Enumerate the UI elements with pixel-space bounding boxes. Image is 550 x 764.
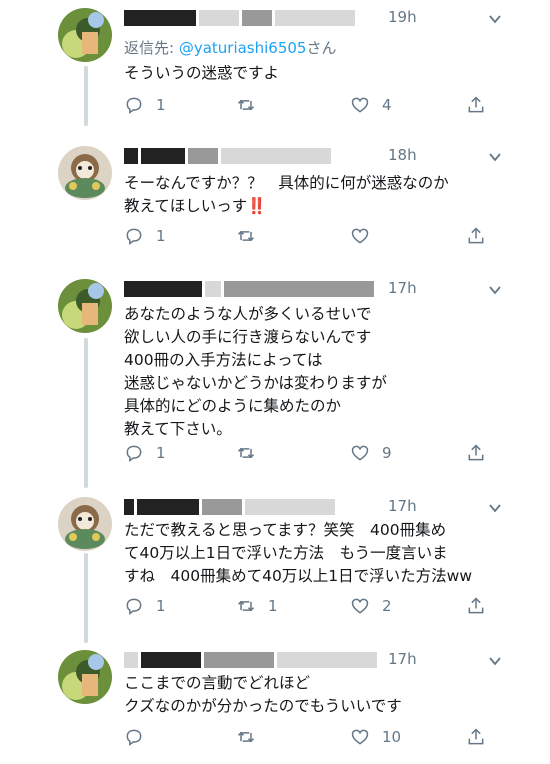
share-button[interactable]: [466, 726, 486, 748]
share-button[interactable]: [466, 225, 486, 247]
tweet-header: 18h: [124, 146, 501, 168]
tweet-timestamp[interactable]: 18h: [388, 146, 417, 164]
avatar[interactable]: [58, 146, 112, 200]
chevron-down-icon[interactable]: [488, 283, 502, 297]
reply-count: 1: [156, 227, 166, 245]
avatar[interactable]: [58, 8, 112, 62]
avatar[interactable]: [58, 279, 112, 333]
reply-to-suffix: さん: [306, 39, 337, 57]
reply-count: 1: [156, 96, 166, 114]
retweet-icon: [237, 447, 255, 459]
tweet-timestamp[interactable]: 17h: [388, 650, 417, 668]
heart-icon: [351, 729, 369, 745]
tweet-text: あなたのような人が多くいるせいで 欲しい人の手に行き渡らないんです 400冊の入…: [124, 305, 387, 438]
tweet-actions: 1 9: [124, 442, 494, 464]
tweet-header: 19h: [124, 8, 501, 30]
reply-icon: [126, 729, 142, 746]
like-count: 4: [382, 96, 392, 114]
share-icon: [468, 444, 484, 461]
retweet-icon: [237, 230, 255, 242]
retweet-icon: [237, 731, 255, 743]
reply-icon: [126, 97, 142, 114]
share-icon: [468, 227, 484, 244]
tweet-text: ここまでの言動でどれほど クズなのかが分かったのでもういいです: [124, 674, 402, 715]
user-name[interactable]: [124, 281, 377, 297]
chevron-down-icon[interactable]: [488, 12, 502, 26]
chevron-down-icon[interactable]: [488, 654, 502, 668]
tweet-text: ただで教えると思ってます？笑笑 400冊集め て40万以上1日で浮いた方法 もう…: [124, 521, 473, 585]
tweet-actions: 1: [124, 225, 494, 247]
user-name[interactable]: [124, 652, 380, 668]
heart-icon: [351, 598, 369, 614]
reply-button[interactable]: 1: [124, 595, 166, 617]
like-count: 2: [382, 597, 392, 615]
tweet-actions: 1 4: [124, 94, 494, 116]
retweet-button[interactable]: [236, 726, 268, 748]
reply-button[interactable]: 1: [124, 442, 166, 464]
share-button[interactable]: [466, 595, 486, 617]
share-icon: [468, 96, 484, 113]
reply-button[interactable]: 1: [124, 225, 166, 247]
tweet-text: そーなんですか？？ 具体的に何が迷惑なのか 教えてほしいっす‼️: [124, 172, 449, 218]
like-button[interactable]: 4: [350, 94, 392, 116]
share-button[interactable]: [466, 442, 486, 464]
avatar[interactable]: [58, 650, 112, 704]
retweet-icon: [237, 99, 255, 111]
chevron-down-icon[interactable]: [488, 150, 502, 164]
user-name[interactable]: [124, 148, 334, 164]
reply-icon: [126, 228, 142, 245]
retweet-button[interactable]: [236, 442, 268, 464]
retweet-count: 1: [268, 597, 278, 615]
tweet-timestamp[interactable]: 19h: [388, 8, 417, 26]
share-icon: [468, 597, 484, 614]
reply-count: 1: [156, 597, 166, 615]
tweet-header: 17h: [124, 650, 501, 672]
reply-to: 返信先: @yaturiashi6505さん: [124, 37, 337, 58]
tweet-header: 17h: [124, 279, 501, 301]
tweet-actions: 1 1 2: [124, 595, 494, 617]
like-count: 9: [382, 444, 392, 462]
tweet-timestamp[interactable]: 17h: [388, 497, 417, 515]
tweet-actions: 10: [124, 726, 494, 748]
avatar[interactable]: [58, 497, 112, 551]
retweet-icon: [237, 600, 255, 612]
user-name[interactable]: [124, 10, 358, 26]
retweet-button[interactable]: 1: [236, 595, 278, 617]
reply-icon: [126, 445, 142, 462]
like-button[interactable]: 9: [350, 442, 392, 464]
tweet[interactable]: 17h ここまでの言動でどれほど クズなのかが分かったのでもういいです 10: [0, 650, 550, 760]
tweet-text: そういうの迷惑ですよ: [124, 64, 280, 82]
user-name[interactable]: [124, 499, 338, 515]
chevron-down-icon[interactable]: [488, 501, 502, 515]
tweet-timestamp[interactable]: 17h: [388, 279, 417, 297]
retweet-button[interactable]: [236, 225, 268, 247]
reply-button[interactable]: 1: [124, 94, 166, 116]
tweet[interactable]: 17h あなたのような人が多くいるせいで 欲しい人の手に行き渡らないんです 40…: [0, 279, 550, 469]
double-exclamation-emoji: ‼️: [247, 197, 267, 215]
retweet-button[interactable]: [236, 94, 268, 116]
tweet[interactable]: 18h そーなんですか？？ 具体的に何が迷惑なのか 教えてほしいっす‼️ 1: [0, 146, 550, 256]
heart-icon: [351, 97, 369, 113]
like-button[interactable]: 2: [350, 595, 392, 617]
tweet[interactable]: 19h 返信先: @yaturiashi6505さん そういうの迷惑ですよ 1 …: [0, 8, 550, 128]
reply-count: 1: [156, 444, 166, 462]
like-button[interactable]: [350, 225, 382, 247]
tweet-header: 17h: [124, 497, 501, 519]
reply-icon: [126, 598, 142, 615]
reply-to-handle[interactable]: @yaturiashi6505: [179, 39, 307, 57]
heart-icon: [351, 228, 369, 244]
reply-button[interactable]: [124, 726, 156, 748]
share-button[interactable]: [466, 94, 486, 116]
tweet[interactable]: 17h ただで教えると思ってます？笑笑 400冊集め て40万以上1日で浮いた方…: [0, 497, 550, 622]
like-count: 10: [382, 728, 402, 746]
share-icon: [468, 728, 484, 745]
like-button[interactable]: 10: [350, 726, 401, 748]
tweet-text-content: そーなんですか？？ 具体的に何が迷惑なのか 教えてほしいっす: [124, 174, 449, 215]
heart-icon: [351, 445, 369, 461]
reply-to-prefix: 返信先:: [124, 39, 179, 57]
